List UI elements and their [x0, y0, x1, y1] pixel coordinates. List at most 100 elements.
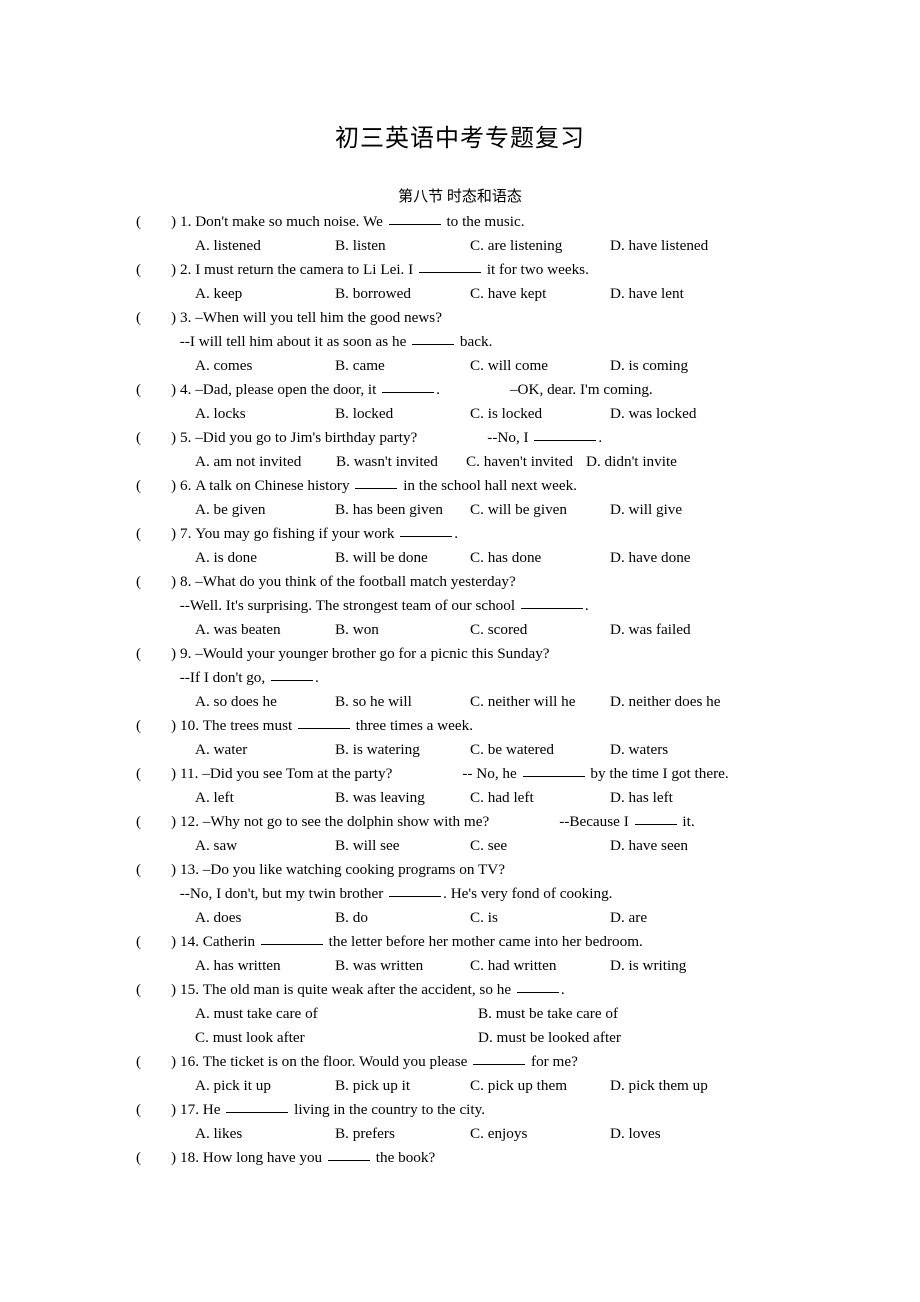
fill-in-blank[interactable] [520, 594, 583, 609]
option-choice[interactable]: D. didn't invite [586, 450, 677, 474]
option-choice[interactable]: B. was leaving [335, 786, 425, 810]
option-choice[interactable]: B. locked [335, 402, 393, 426]
option-choice[interactable]: D. neither does he [610, 690, 721, 714]
answer-blank-box[interactable]: ) [146, 426, 180, 450]
option-choice[interactable]: D. is coming [610, 354, 688, 378]
answer-blank-box[interactable]: ) [146, 642, 180, 666]
option-choice[interactable]: A. so does he [195, 690, 277, 714]
answer-blank-box[interactable]: ) [146, 930, 180, 954]
option-choice[interactable]: D. was failed [610, 618, 691, 642]
option-choice[interactable]: C. had left [470, 786, 534, 810]
option-choice[interactable]: B. listen [335, 234, 386, 258]
option-choice[interactable]: C. is [470, 906, 498, 930]
answer-blank-box[interactable]: ) [146, 714, 180, 738]
fill-in-blank[interactable] [388, 210, 441, 225]
option-choice[interactable]: B. so he will [335, 690, 412, 714]
option-choice[interactable]: B. came [335, 354, 385, 378]
fill-in-blank[interactable] [260, 930, 323, 945]
fill-in-blank[interactable] [298, 714, 350, 729]
option-choice[interactable]: B. is watering [335, 738, 420, 762]
option-choice[interactable]: A. has written [195, 954, 281, 978]
fill-in-blank[interactable] [634, 810, 677, 825]
option-choice[interactable]: B. was written [335, 954, 423, 978]
fill-in-blank[interactable] [534, 426, 597, 441]
fill-in-blank[interactable] [389, 882, 442, 897]
option-choice[interactable]: A. must take care of [195, 1002, 318, 1026]
option-choice[interactable]: C. will be given [470, 498, 567, 522]
answer-blank-box[interactable]: ) [146, 258, 180, 282]
option-choice[interactable]: C. must look after [195, 1026, 305, 1050]
fill-in-blank[interactable] [382, 378, 435, 393]
option-choice[interactable]: A. is done [195, 546, 257, 570]
fill-in-blank[interactable] [522, 762, 585, 777]
option-choice[interactable]: A. locks [195, 402, 246, 426]
option-choice[interactable]: C. have kept [470, 282, 546, 306]
answer-blank-box[interactable]: ) [146, 522, 180, 546]
option-choice[interactable]: D. are [610, 906, 647, 930]
option-choice[interactable]: A. keep [195, 282, 242, 306]
option-choice[interactable]: B. pick up it [335, 1074, 410, 1098]
answer-blank-box[interactable]: ) [146, 474, 180, 498]
fill-in-blank[interactable] [516, 978, 559, 993]
option-choice[interactable]: B. won [335, 618, 379, 642]
option-choice[interactable]: B. will be done [335, 546, 428, 570]
option-choice[interactable]: A. saw [195, 834, 237, 858]
option-choice[interactable]: D. is writing [610, 954, 686, 978]
fill-in-blank[interactable] [327, 1146, 370, 1161]
fill-in-blank[interactable] [473, 1050, 526, 1065]
option-choice[interactable]: D. will give [610, 498, 682, 522]
fill-in-blank[interactable] [419, 258, 482, 273]
option-choice[interactable]: B. prefers [335, 1122, 395, 1146]
option-choice[interactable]: B. borrowed [335, 282, 411, 306]
option-choice[interactable]: A. likes [195, 1122, 242, 1146]
option-choice[interactable]: B. will see [335, 834, 400, 858]
option-choice[interactable]: D. have seen [610, 834, 688, 858]
option-choice[interactable]: C. are listening [470, 234, 562, 258]
option-choice[interactable]: A. am not invited [195, 450, 301, 474]
option-choice[interactable]: D. waters [610, 738, 668, 762]
option-choice[interactable]: B. has been given [335, 498, 443, 522]
answer-blank-box[interactable]: ) [146, 570, 180, 594]
answer-blank-box[interactable]: ) [146, 978, 180, 1002]
answer-blank-box[interactable]: ) [146, 306, 180, 330]
answer-blank-box[interactable]: ) [146, 1050, 180, 1074]
option-choice[interactable]: A. does [195, 906, 241, 930]
answer-blank-box[interactable]: ) [146, 762, 180, 786]
option-choice[interactable]: C. is locked [470, 402, 542, 426]
fill-in-blank[interactable] [400, 522, 453, 537]
option-choice[interactable]: D. has left [610, 786, 673, 810]
option-choice[interactable]: C. had written [470, 954, 556, 978]
answer-blank-box[interactable]: ) [146, 1146, 180, 1170]
option-choice[interactable]: C. pick up them [470, 1074, 567, 1098]
option-choice[interactable]: A. left [195, 786, 234, 810]
option-choice[interactable]: D. have done [610, 546, 691, 570]
option-choice[interactable]: C. enjoys [470, 1122, 527, 1146]
option-choice[interactable]: C. scored [470, 618, 527, 642]
option-choice[interactable]: A. water [195, 738, 247, 762]
option-choice[interactable]: D. was locked [610, 402, 696, 426]
option-choice[interactable]: C. neither will he [470, 690, 575, 714]
option-choice[interactable]: C. has done [470, 546, 541, 570]
option-choice[interactable]: A. listened [195, 234, 261, 258]
option-choice[interactable]: D. loves [610, 1122, 661, 1146]
option-choice[interactable]: A. was beaten [195, 618, 281, 642]
option-choice[interactable]: B. wasn't invited [336, 450, 438, 474]
option-choice[interactable]: C. will come [470, 354, 548, 378]
option-choice[interactable]: B. must be take care of [478, 1002, 618, 1026]
option-choice[interactable]: A. pick it up [195, 1074, 271, 1098]
option-choice[interactable]: C. see [470, 834, 507, 858]
fill-in-blank[interactable] [226, 1098, 289, 1113]
option-choice[interactable]: D. must be looked after [478, 1026, 621, 1050]
answer-blank-box[interactable]: ) [146, 858, 180, 882]
option-choice[interactable]: C. be watered [470, 738, 554, 762]
fill-in-blank[interactable] [271, 666, 313, 681]
option-choice[interactable]: A. comes [195, 354, 252, 378]
option-choice[interactable]: D. have listened [610, 234, 708, 258]
fill-in-blank[interactable] [355, 474, 398, 489]
option-choice[interactable]: D. pick them up [610, 1074, 708, 1098]
option-choice[interactable]: D. have lent [610, 282, 684, 306]
answer-blank-box[interactable]: ) [146, 1098, 180, 1122]
fill-in-blank[interactable] [412, 330, 455, 345]
option-choice[interactable]: B. do [335, 906, 368, 930]
option-choice[interactable]: C. haven't invited [466, 450, 573, 474]
